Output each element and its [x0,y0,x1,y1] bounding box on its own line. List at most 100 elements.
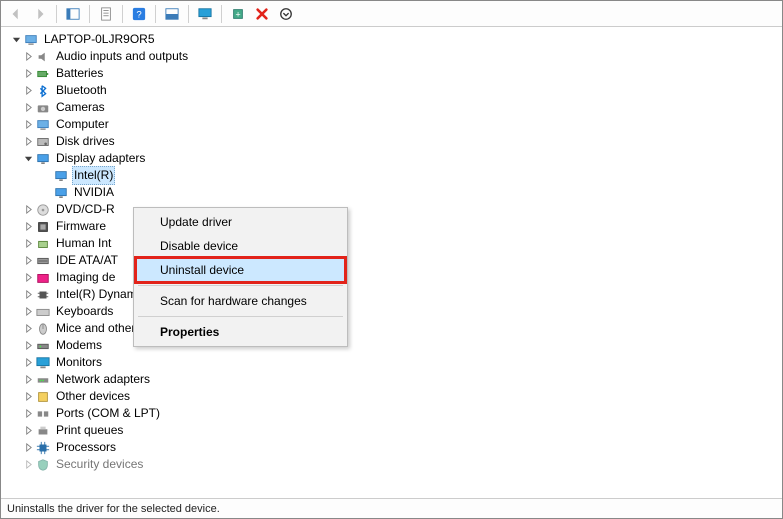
bluetooth-icon [35,83,51,99]
expand-arrow-icon[interactable] [21,203,35,217]
device-category[interactable]: Security devices [3,456,782,473]
collapse-arrow-icon[interactable] [9,33,23,47]
status-text: Uninstalls the driver for the selected d… [7,503,220,515]
device-category[interactable]: Cameras [3,99,782,116]
expand-arrow-icon[interactable] [21,339,35,353]
expand-arrow-icon[interactable] [21,271,35,285]
camera-icon [35,100,51,116]
network-icon [35,372,51,388]
device-category[interactable]: Ports (COM & LPT) [3,405,782,422]
device-item[interactable]: Intel(R) [3,167,782,184]
content-area: LAPTOP-0LJR9OR5Audio inputs and outputsB… [1,27,782,498]
action-icon[interactable] [161,3,183,25]
firmware-icon [35,219,51,235]
help-icon[interactable]: ? [128,3,150,25]
device-category[interactable]: Processors [3,439,782,456]
collapse-arrow-icon[interactable] [21,152,35,166]
other-icon [35,389,51,405]
tree-item-label: Other devices [54,388,132,405]
tree-item-label: Intel(R) [72,166,115,185]
display-icon [53,168,69,184]
device-category[interactable]: Modems [3,337,782,354]
speaker-icon [35,49,51,65]
device-category[interactable]: Display adapters [3,150,782,167]
device-item[interactable]: NVIDIA [3,184,782,201]
expand-arrow-icon[interactable] [21,407,35,421]
expand-arrow-icon[interactable] [39,169,53,183]
expand-arrow-icon[interactable] [21,424,35,438]
tree-item-label: Computer [54,116,111,133]
ide-icon [35,253,51,269]
dvd-icon [35,202,51,218]
ctx-scan-hardware[interactable]: Scan for hardware changes [136,289,345,313]
ctx-disable-device[interactable]: Disable device [136,234,345,258]
update-icon[interactable] [194,3,216,25]
device-category[interactable]: Intel(R) Dynamic Platform and Thermal Fr… [3,286,782,303]
device-category[interactable]: Monitors [3,354,782,371]
tree-item-label: DVD/CD-R [54,201,117,218]
expand-arrow-icon[interactable] [21,356,35,370]
expand-arrow-icon[interactable] [21,67,35,81]
device-category[interactable]: Mice and other pointing devices [3,320,782,337]
printer-icon [35,423,51,439]
device-category[interactable]: DVD/CD-R [3,201,782,218]
expand-arrow-icon[interactable] [21,135,35,149]
device-category[interactable]: Bluetooth [3,82,782,99]
expand-arrow-icon[interactable] [21,220,35,234]
device-category[interactable]: Computer [3,116,782,133]
ctx-properties[interactable]: Properties [136,320,345,344]
tree-item-label: Modems [54,337,104,354]
root-computer[interactable]: LAPTOP-0LJR9OR5 [3,31,782,48]
display-icon [35,151,51,167]
expand-arrow-icon[interactable] [21,322,35,336]
expand-arrow-icon[interactable] [21,390,35,404]
tree-item-label: Network adapters [54,371,152,388]
device-category[interactable]: Audio inputs and outputs [3,48,782,65]
device-category[interactable]: Keyboards [3,303,782,320]
tree-item-label: Firmware [54,218,108,235]
properties-icon[interactable] [95,3,117,25]
tree-item-label: Audio inputs and outputs [54,48,190,65]
expand-arrow-icon[interactable] [21,441,35,455]
remove-icon[interactable] [251,3,273,25]
device-category[interactable]: Batteries [3,65,782,82]
tree-item-label: NVIDIA [72,184,116,201]
tree-item-label: Processors [54,439,118,456]
scan-icon[interactable] [275,3,297,25]
ctx-uninstall-device[interactable]: Uninstall device [136,258,345,282]
expand-arrow-icon[interactable] [39,186,53,200]
device-category[interactable]: Print queues [3,422,782,439]
show-hidden-icon[interactable] [62,3,84,25]
svg-text:?: ? [136,9,141,20]
expand-arrow-icon[interactable] [21,373,35,387]
device-category[interactable]: Firmware [3,218,782,235]
forward-icon [29,3,51,25]
expand-arrow-icon[interactable] [21,84,35,98]
add-legacy-icon[interactable]: + [227,3,249,25]
device-category[interactable]: Other devices [3,388,782,405]
root-label: LAPTOP-0LJR9OR5 [42,31,157,48]
expand-arrow-icon[interactable] [21,305,35,319]
expand-arrow-icon[interactable] [21,118,35,132]
tree-item-label: Monitors [54,354,104,371]
device-category[interactable]: Imaging de [3,269,782,286]
device-category[interactable]: Human Int [3,235,782,252]
expand-arrow-icon[interactable] [21,288,35,302]
device-category[interactable]: Disk drives [3,133,782,150]
modem-icon [35,338,51,354]
expand-arrow-icon[interactable] [21,101,35,115]
expand-arrow-icon[interactable] [21,458,35,472]
tree-item-label: IDE ATA/AT [54,252,120,269]
device-tree[interactable]: LAPTOP-0LJR9OR5Audio inputs and outputsB… [1,27,782,498]
device-category[interactable]: IDE ATA/AT [3,252,782,269]
expand-arrow-icon[interactable] [21,237,35,251]
imaging-icon [35,270,51,286]
port-icon [35,406,51,422]
expand-arrow-icon[interactable] [21,254,35,268]
hid-icon [35,236,51,252]
device-category[interactable]: Network adapters [3,371,782,388]
disk-icon [35,134,51,150]
expand-arrow-icon[interactable] [21,50,35,64]
ctx-update-driver[interactable]: Update driver [136,210,345,234]
computer-icon [35,117,51,133]
